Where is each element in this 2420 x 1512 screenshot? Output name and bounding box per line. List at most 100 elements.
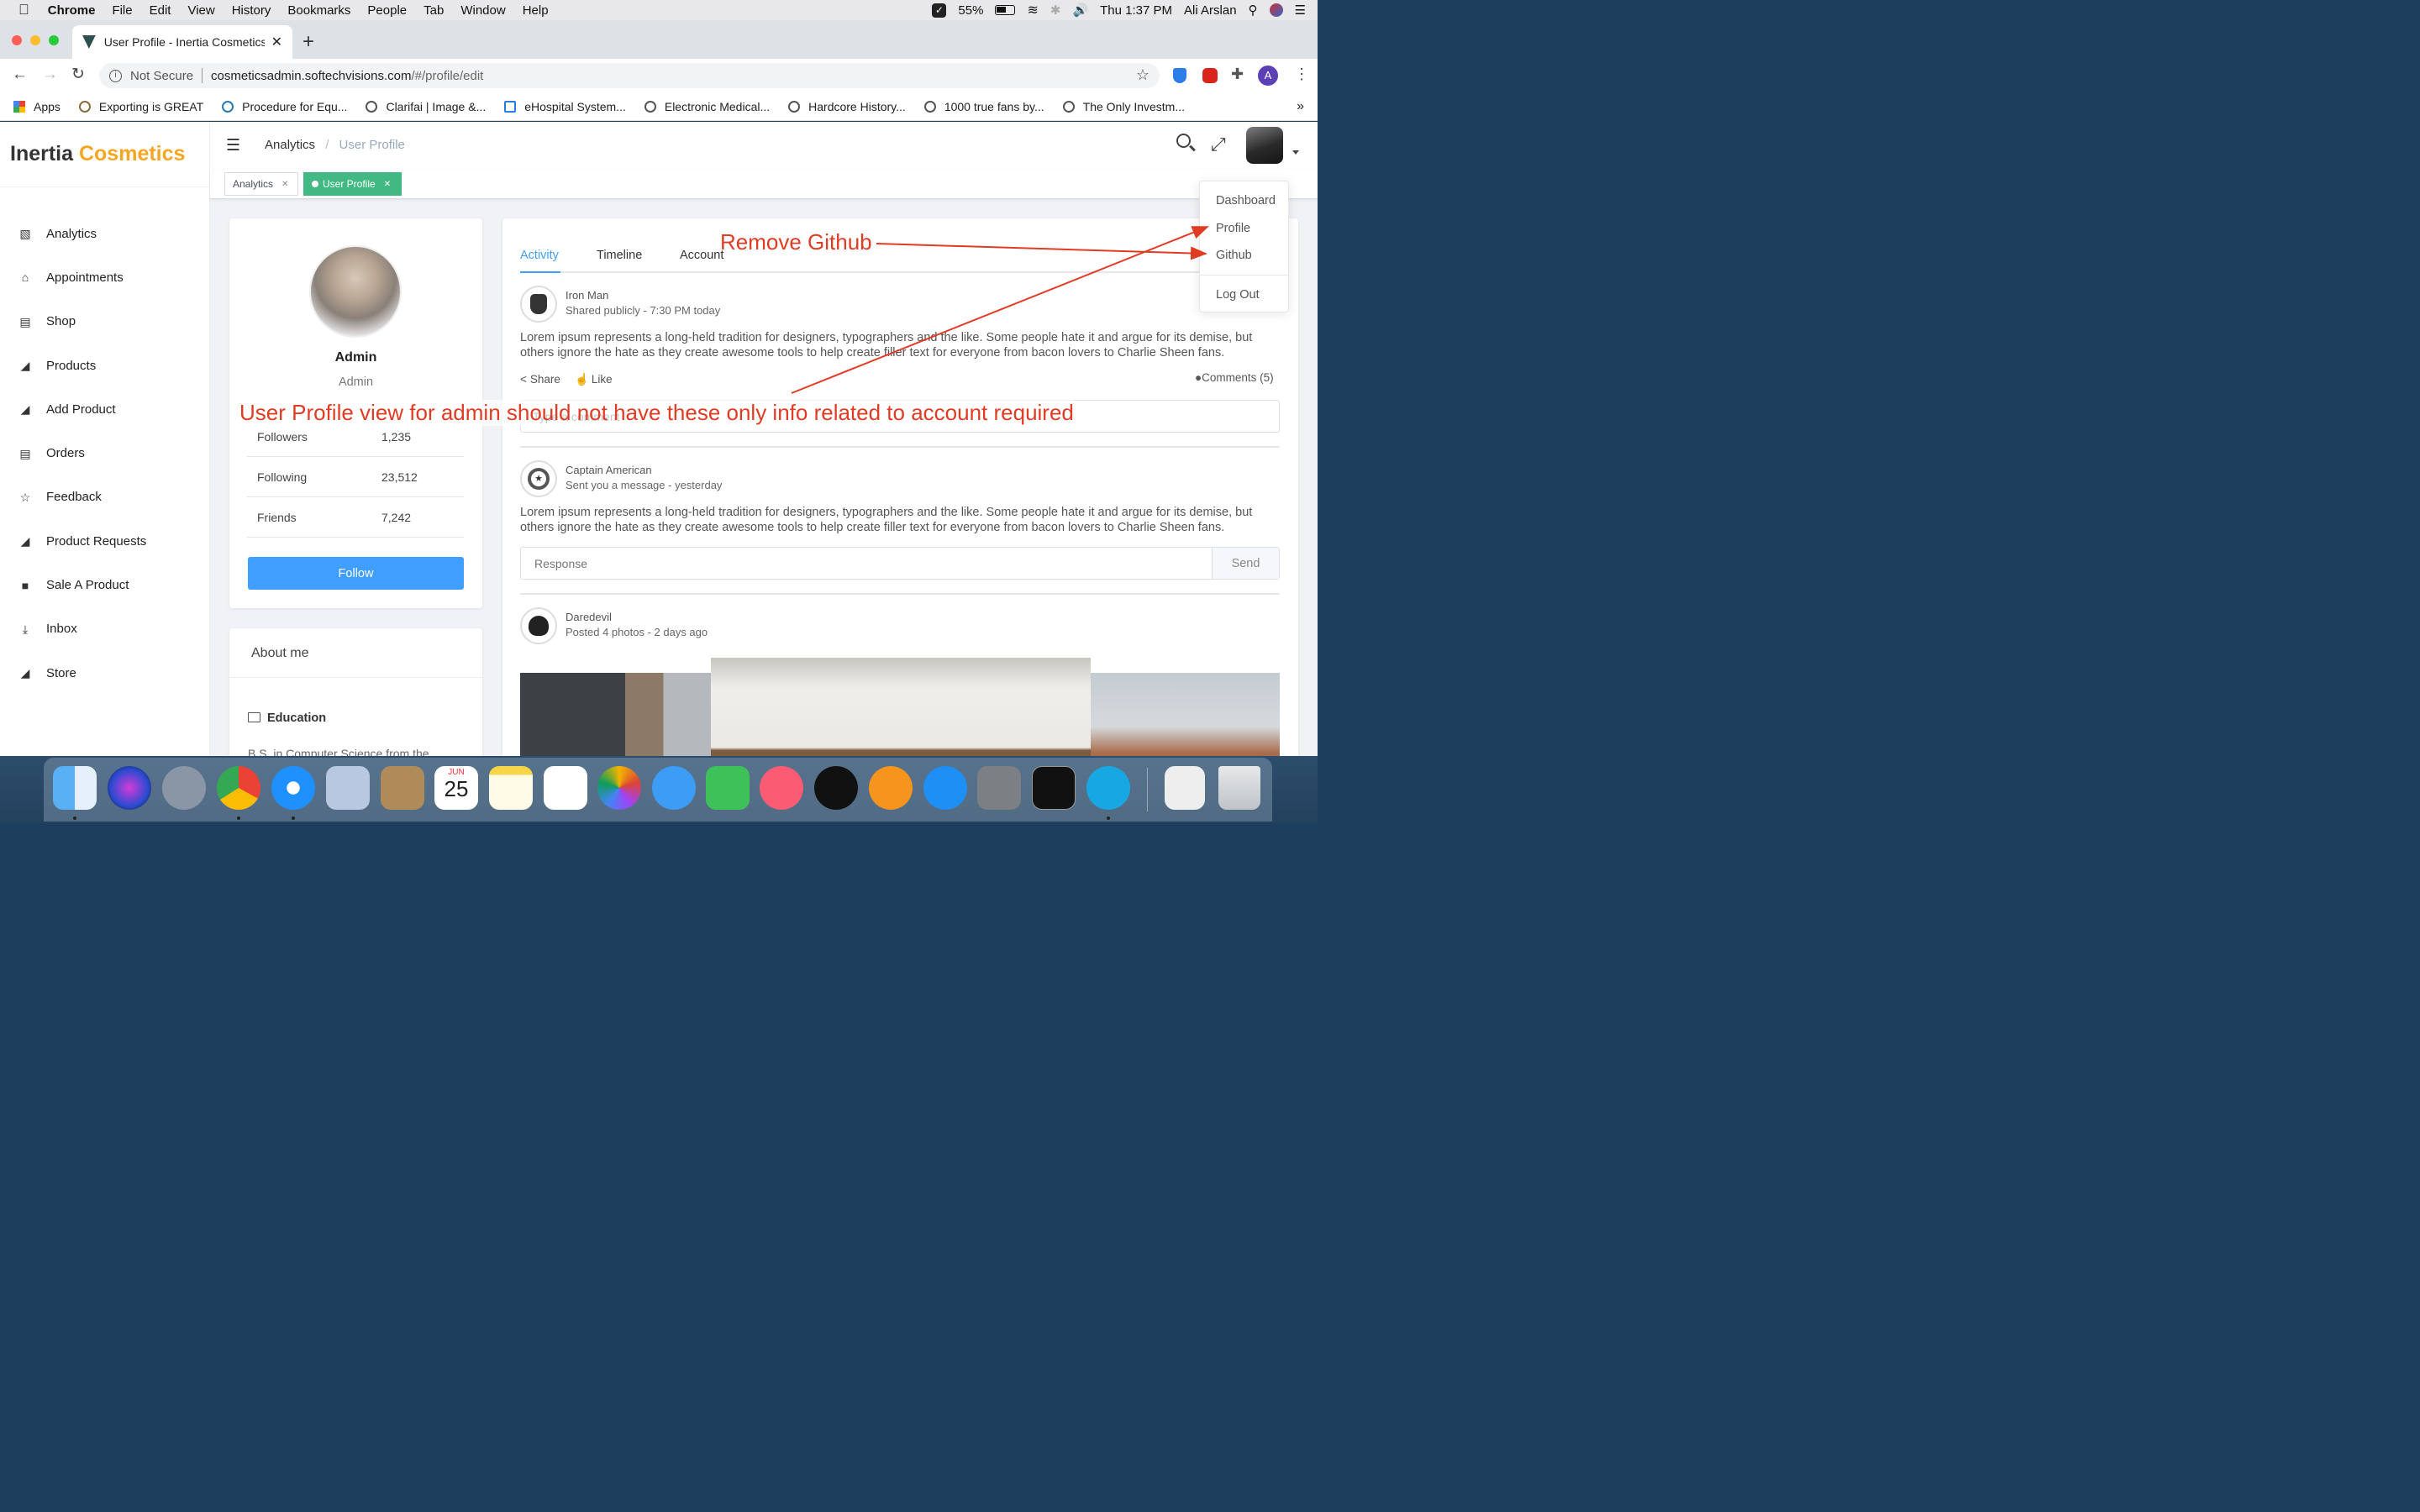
post-photo-office[interactable]	[711, 658, 1091, 756]
tab-activity[interactable]: Activity	[520, 249, 559, 262]
post-author[interactable]: Iron Man	[566, 289, 608, 302]
battery-icon[interactable]	[995, 5, 1016, 15]
photos-icon[interactable]	[597, 766, 641, 810]
breadcrumb-root[interactable]: Analytics	[265, 138, 315, 152]
sidebar-item-appointments[interactable]: ⌂ Appointments	[0, 255, 209, 299]
maximize-window-button[interactable]	[49, 35, 59, 45]
close-tag-icon[interactable]: ✕	[281, 180, 288, 189]
menu-history[interactable]: History	[232, 3, 271, 18]
profile-avatar-button[interactable]: A	[1258, 66, 1278, 86]
bookmark-item[interactable]: Exporting is GREAT	[78, 100, 203, 113]
menu-bookmarks[interactable]: Bookmarks	[287, 3, 350, 18]
messages-icon[interactable]	[652, 766, 696, 810]
sidebar-item-analytics[interactable]: ▧ Analytics	[0, 212, 209, 255]
response-input[interactable]	[521, 548, 1212, 579]
hamburger-toggle-icon[interactable]: ☰	[226, 136, 240, 155]
tab-timeline[interactable]: Timeline	[597, 249, 642, 262]
sidebar-item-sale-a-product[interactable]: ■ Sale A Product	[0, 563, 209, 606]
address-bar[interactable]: i Not Secure cosmeticsadmin.softechvisio…	[99, 63, 1160, 88]
reminders-icon[interactable]	[544, 766, 587, 810]
avatar-dropdown-caret-icon[interactable]	[1292, 150, 1299, 155]
facetime-icon[interactable]	[706, 766, 750, 810]
close-window-button[interactable]	[12, 35, 22, 45]
info-icon[interactable]: i	[109, 69, 122, 82]
dropdown-item-logout[interactable]: Log Out	[1216, 288, 1260, 302]
bookmark-item[interactable]: The Only Investm...	[1062, 100, 1185, 113]
bookmark-item[interactable]: Electronic Medical...	[644, 100, 770, 113]
volume-icon[interactable]: 🔊	[1072, 3, 1088, 18]
bluetooth-icon[interactable]: ✱	[1050, 3, 1061, 18]
follow-button[interactable]: Follow	[248, 557, 464, 590]
contacts-icon[interactable]	[381, 766, 424, 810]
siri-icon[interactable]	[1269, 3, 1283, 17]
checkmark-status-icon[interactable]: ✓	[932, 3, 947, 18]
close-tab-icon[interactable]: ✕	[271, 34, 282, 50]
chrome-icon[interactable]	[217, 766, 260, 810]
bookmark-item[interactable]: Procedure for Equ...	[222, 100, 347, 113]
sidebar-item-store[interactable]: ◢ Store	[0, 651, 209, 695]
post-photo-street[interactable]	[520, 673, 711, 756]
shield-extension-icon[interactable]	[1173, 68, 1186, 83]
sidebar-item-feedback[interactable]: ☆ Feedback	[0, 475, 209, 519]
menu-file[interactable]: File	[112, 3, 132, 18]
browser-tab[interactable]: User Profile - Inertia Cosmetics ✕	[72, 25, 292, 59]
close-tag-icon[interactable]: ✕	[384, 180, 391, 189]
bookmark-apps[interactable]: Apps	[13, 100, 60, 113]
sidebar-item-add-product[interactable]: ◢ Add Product	[0, 387, 209, 431]
post-author[interactable]: Captain American	[566, 464, 652, 476]
menu-view[interactable]: View	[187, 3, 214, 18]
security-status[interactable]: Not Secure	[130, 69, 193, 83]
menubar-app-name[interactable]: Chrome	[48, 3, 96, 18]
forward-arrow-icon[interactable]: →	[42, 66, 58, 84]
dropdown-item-profile[interactable]: Profile	[1216, 222, 1250, 235]
notes-icon[interactable]	[489, 766, 533, 810]
bookmark-item[interactable]: Clarifai | Image &...	[366, 100, 486, 113]
books-icon[interactable]	[869, 766, 913, 810]
clock[interactable]: Thu 1:37 PM	[1100, 3, 1172, 18]
spotlight-search-icon[interactable]: ⚲	[1249, 3, 1258, 18]
menu-people[interactable]: People	[367, 3, 407, 18]
notification-center-icon[interactable]: ☰	[1295, 3, 1306, 18]
extensions-puzzle-icon[interactable]: ✚	[1231, 66, 1244, 83]
minimize-window-button[interactable]	[30, 35, 40, 45]
send-button[interactable]: Send	[1212, 548, 1279, 579]
system-preferences-icon[interactable]	[977, 766, 1021, 810]
chrome-menu-icon[interactable]: ⋮	[1294, 66, 1309, 83]
new-tab-button[interactable]: +	[302, 30, 314, 54]
post-author[interactable]: Daredevil	[566, 611, 612, 623]
bookmark-item[interactable]: 1000 true fans by...	[923, 100, 1044, 113]
terminal-icon[interactable]	[1032, 766, 1076, 810]
bookmark-item[interactable]: eHospital System...	[504, 100, 626, 113]
safari-icon[interactable]	[271, 766, 315, 810]
menu-tab[interactable]: Tab	[424, 3, 444, 18]
bookmark-star-icon[interactable]: ☆	[1136, 66, 1150, 84]
comments-link[interactable]: ●Comments (5)	[1195, 371, 1274, 384]
fullscreen-icon[interactable]: ⤢	[1211, 135, 1226, 154]
adblock-extension-icon[interactable]	[1202, 68, 1218, 83]
brand-logo[interactable]: Inertia Cosmetics	[0, 122, 209, 187]
apple-tv-icon[interactable]	[814, 766, 858, 810]
share-link[interactable]: < Share	[520, 373, 560, 386]
like-link[interactable]: ☝ Like	[575, 373, 613, 386]
tag-analytics[interactable]: Analytics ✕	[224, 172, 298, 196]
launchpad-icon[interactable]	[162, 766, 206, 810]
wifi-icon[interactable]: ≋	[1027, 2, 1038, 18]
app-store-icon[interactable]	[923, 766, 967, 810]
sidebar-item-products[interactable]: ◢ Products	[0, 344, 209, 387]
document-preview-icon[interactable]	[1165, 766, 1205, 810]
menu-window[interactable]: Window	[460, 3, 505, 18]
sidebar-item-inbox[interactable]: ⤓ Inbox	[0, 607, 209, 651]
calendar-icon[interactable]: JUN 25	[434, 766, 478, 810]
menu-edit[interactable]: Edit	[150, 3, 171, 18]
music-icon[interactable]	[760, 766, 803, 810]
sidebar-item-shop[interactable]: ▤ Shop	[0, 300, 209, 344]
apple-icon[interactable]: 	[18, 2, 29, 18]
mail-icon[interactable]	[326, 766, 370, 810]
skype-icon[interactable]	[1086, 766, 1130, 810]
dropdown-item-github[interactable]: Github	[1216, 249, 1252, 262]
sidebar-item-product-requests[interactable]: ◢ Product Requests	[0, 519, 209, 563]
trash-icon[interactable]	[1218, 766, 1260, 810]
reload-icon[interactable]: ↻	[71, 65, 85, 84]
post-photo-buildings[interactable]	[1091, 673, 1280, 756]
user-avatar[interactable]	[1246, 127, 1283, 164]
